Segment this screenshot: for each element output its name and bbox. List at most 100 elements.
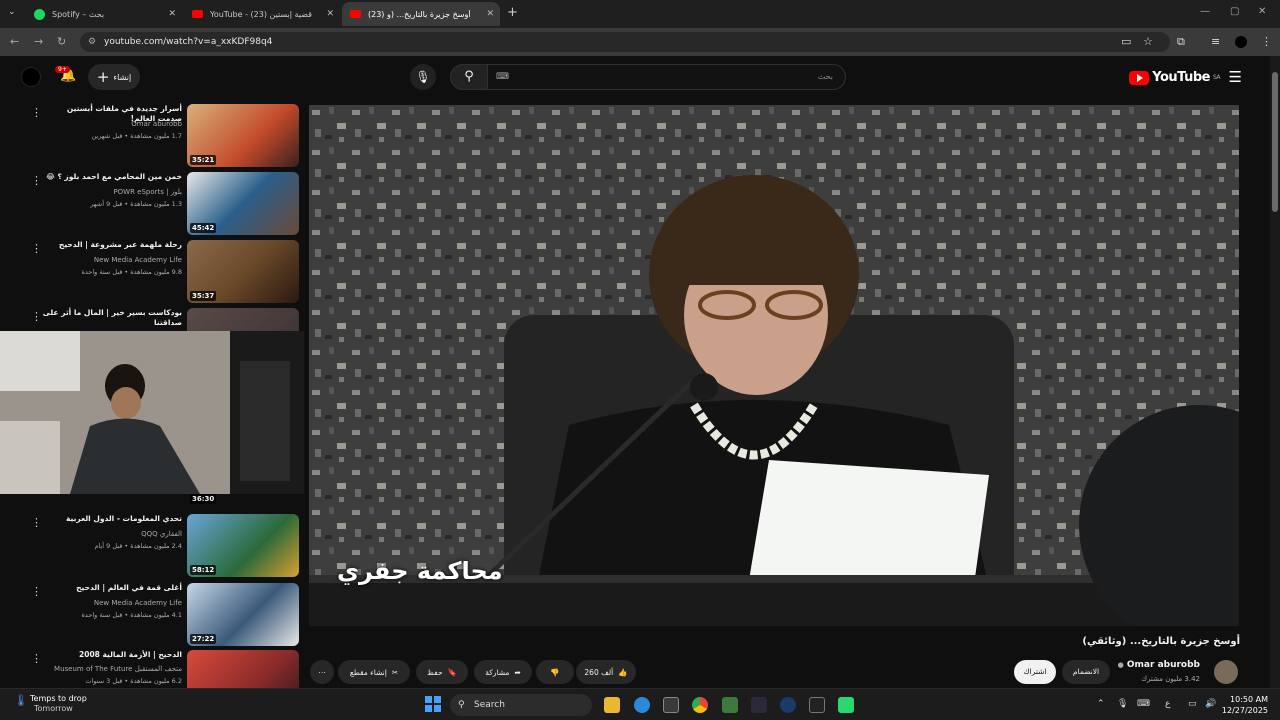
duration-badge: 35:21 — [190, 155, 217, 165]
store-icon[interactable] — [663, 697, 679, 713]
video-player[interactable]: محاكمة جفري — [309, 105, 1239, 626]
minimize-icon[interactable]: — — [1200, 6, 1210, 17]
menu-kebab-icon[interactable]: ⋮ — [1261, 35, 1272, 48]
video-title-main: أوسخ جزيرة بالتاريخ... (وثائقي) — [1082, 636, 1240, 647]
join-button[interactable]: الانضمام — [1062, 660, 1110, 684]
more-options-icon[interactable]: ⋮ — [31, 585, 42, 598]
voice-search-button[interactable]: 🎙 — [410, 64, 436, 90]
maximize-icon[interactable]: ▢ — [1230, 6, 1239, 17]
keyboard-icon[interactable]: ⌨ — [496, 65, 509, 89]
bookmark-star-icon[interactable]: ☆ — [1143, 35, 1153, 48]
recommended-item[interactable]: الدحيح | الأزمة المالية 2008 Museum of T… — [0, 650, 302, 688]
weather-widget[interactable]: Temps to drop Tomorrow 🌡 — [12, 694, 87, 714]
channel-name[interactable]: QQQ الفقاري — [141, 530, 182, 538]
channel-name-main[interactable]: ● Omar aburobb — [1118, 660, 1200, 670]
video-meta: 4.1 مليون مشاهدة • قبل سنة واحدة — [81, 611, 182, 619]
create-button[interactable]: + إنشاء — [88, 64, 140, 90]
account-avatar[interactable] — [21, 67, 41, 87]
webcam-overlay — [0, 331, 304, 494]
share-label: مشاركة — [485, 667, 510, 677]
share-button[interactable]: مشاركة ➦ — [474, 660, 532, 684]
chrome-icon[interactable] — [692, 697, 708, 713]
channel-avatar[interactable] — [1214, 660, 1238, 684]
more-options-icon[interactable]: ⋮ — [31, 174, 42, 187]
more-options-icon[interactable]: ⋮ — [31, 106, 42, 119]
thermometer-icon: 🌡 — [14, 694, 28, 707]
extensions-icon[interactable]: ⧉ — [1177, 35, 1185, 49]
video-title[interactable]: تحدي المعلومات - الدول العربية — [42, 514, 182, 524]
channel-name[interactable]: New Media Academy Life — [94, 599, 182, 607]
channel-name[interactable]: Omar aburobb — [131, 120, 182, 128]
system-clock[interactable]: 10:50 AM 12/27/2025 — [1222, 694, 1268, 716]
tab-spotify[interactable]: Spotify – بحث ✕ — [26, 2, 182, 26]
dislike-button[interactable]: 👎 — [536, 660, 574, 684]
like-button[interactable]: 260 ألف 👍 — [576, 660, 636, 684]
recommended-item[interactable]: 27:22 أغلى قمة في العالم | الدحيح New Me… — [0, 583, 302, 647]
reload-icon[interactable]: ↻ — [57, 35, 66, 48]
language-indicator[interactable]: ع — [1165, 699, 1170, 709]
tab-search-icon[interactable]: ⌄ — [8, 7, 16, 17]
more-options-icon[interactable]: ⋮ — [31, 516, 42, 529]
video-title[interactable]: رحلة ملهمة عبر مشروعة | الدحيح — [42, 240, 182, 250]
app-icon[interactable] — [722, 697, 738, 713]
taskbar-search[interactable]: ⚲ Search — [450, 694, 592, 716]
volume-icon[interactable]: 🔊 — [1205, 699, 1216, 709]
recommended-item[interactable]: 58:12 تحدي المعلومات - الدول العربية QQQ… — [0, 514, 302, 578]
channel-name[interactable]: POWR eSports | بلوز — [113, 188, 182, 196]
search-input[interactable]: بحث ⌨ — [488, 64, 846, 90]
region-code: SA — [1212, 74, 1221, 81]
media-icon[interactable]: ≡ — [1211, 35, 1220, 48]
url-field[interactable]: ⚙ youtube.com/watch?v=a_xxKDF98q4 — [80, 32, 1170, 52]
network-icon[interactable]: ▭ — [1188, 699, 1197, 709]
app-icon[interactable] — [838, 697, 854, 713]
tab-youtube-epstein[interactable]: YouTube - قضية إبستين (23) ✕ — [184, 2, 340, 26]
close-icon[interactable]: ✕ — [486, 9, 494, 19]
video-thumbnail[interactable] — [187, 650, 299, 688]
video-title[interactable]: خمن مين المحامي مع احمد بلوز ؟ 😂 — [42, 172, 182, 182]
video-title[interactable]: الدحيح | الأزمة المالية 2008 — [42, 650, 182, 660]
terminal-icon[interactable] — [809, 697, 825, 713]
channel-name[interactable]: Museum of The Future متحف المستقبل — [54, 665, 182, 673]
channel-name[interactable]: New Media Academy Life — [94, 256, 182, 264]
share-icon: ➦ — [514, 667, 521, 677]
subscribe-button[interactable]: اشتراك — [1014, 660, 1056, 684]
close-icon[interactable]: ✕ — [168, 9, 176, 19]
scissors-icon: ✂ — [391, 667, 399, 677]
close-window-icon[interactable]: ✕ — [1258, 6, 1266, 17]
mic-tray-icon[interactable]: 🎙 — [1117, 699, 1128, 709]
hamburger-menu-icon[interactable]: ☰ — [1229, 68, 1242, 86]
steam-icon[interactable] — [780, 697, 796, 713]
back-icon[interactable]: ← — [10, 35, 19, 48]
save-label: حفظ — [427, 667, 443, 677]
more-options-icon[interactable]: ⋮ — [31, 242, 42, 255]
profile-avatar[interactable] — [1235, 36, 1247, 48]
edge-icon[interactable] — [634, 697, 650, 713]
video-title[interactable]: أغلى قمة في العالم | الدحيح — [42, 583, 182, 593]
keyboard-tray-icon[interactable]: ⌨ — [1137, 699, 1150, 709]
close-icon[interactable]: ✕ — [326, 9, 334, 19]
file-explorer-icon[interactable] — [604, 697, 620, 713]
recommended-item[interactable]: 35:37 رحلة ملهمة عبر مشروعة | الدحيح New… — [0, 240, 302, 304]
like-count: 260 ألف — [584, 667, 614, 677]
app-icon[interactable] — [751, 697, 767, 713]
search-button[interactable]: ⚲ — [450, 64, 488, 90]
recommended-item[interactable]: 45:42 خمن مين المحامي مع احمد بلوز ؟ 😂 P… — [0, 172, 302, 236]
save-button[interactable]: حفظ 🔖 — [416, 660, 468, 684]
new-tab-icon[interactable]: + — [507, 5, 518, 20]
more-options-icon[interactable]: ⋮ — [31, 652, 42, 665]
tab-youtube-active[interactable]: (23) أوسخ جزيرة بالتاريخ... (و ✕ — [342, 2, 500, 26]
page-scrollbar[interactable] — [1270, 56, 1280, 688]
scrollbar-thumb[interactable] — [1272, 72, 1278, 212]
site-info-icon[interactable]: ⚙ — [88, 32, 96, 52]
clip-button[interactable]: إنشاء مقطع ✂ — [338, 660, 410, 684]
cast-icon[interactable]: ▭ — [1121, 35, 1131, 48]
windows-start-icon[interactable] — [425, 696, 441, 712]
forward-icon[interactable]: → — [34, 35, 43, 48]
recommended-item[interactable]: 35:21 أسرار جديدة في ملفات أبستين صدمت ا… — [0, 104, 302, 168]
youtube-header: ☰ YouTube SA بحث ⌨ ⚲ 🎙 + إنشاء 🔔 9+ — [0, 56, 1270, 98]
youtube-logo[interactable]: YouTube SA — [1129, 70, 1221, 85]
tray-overflow-icon[interactable]: ⌃ — [1097, 699, 1105, 709]
more-options-icon[interactable]: ⋮ — [31, 310, 42, 323]
video-title[interactable]: بودكاست بسير خير | المال ما أثر على صداق… — [42, 308, 182, 328]
more-actions-button[interactable]: ⋯ — [310, 660, 334, 684]
